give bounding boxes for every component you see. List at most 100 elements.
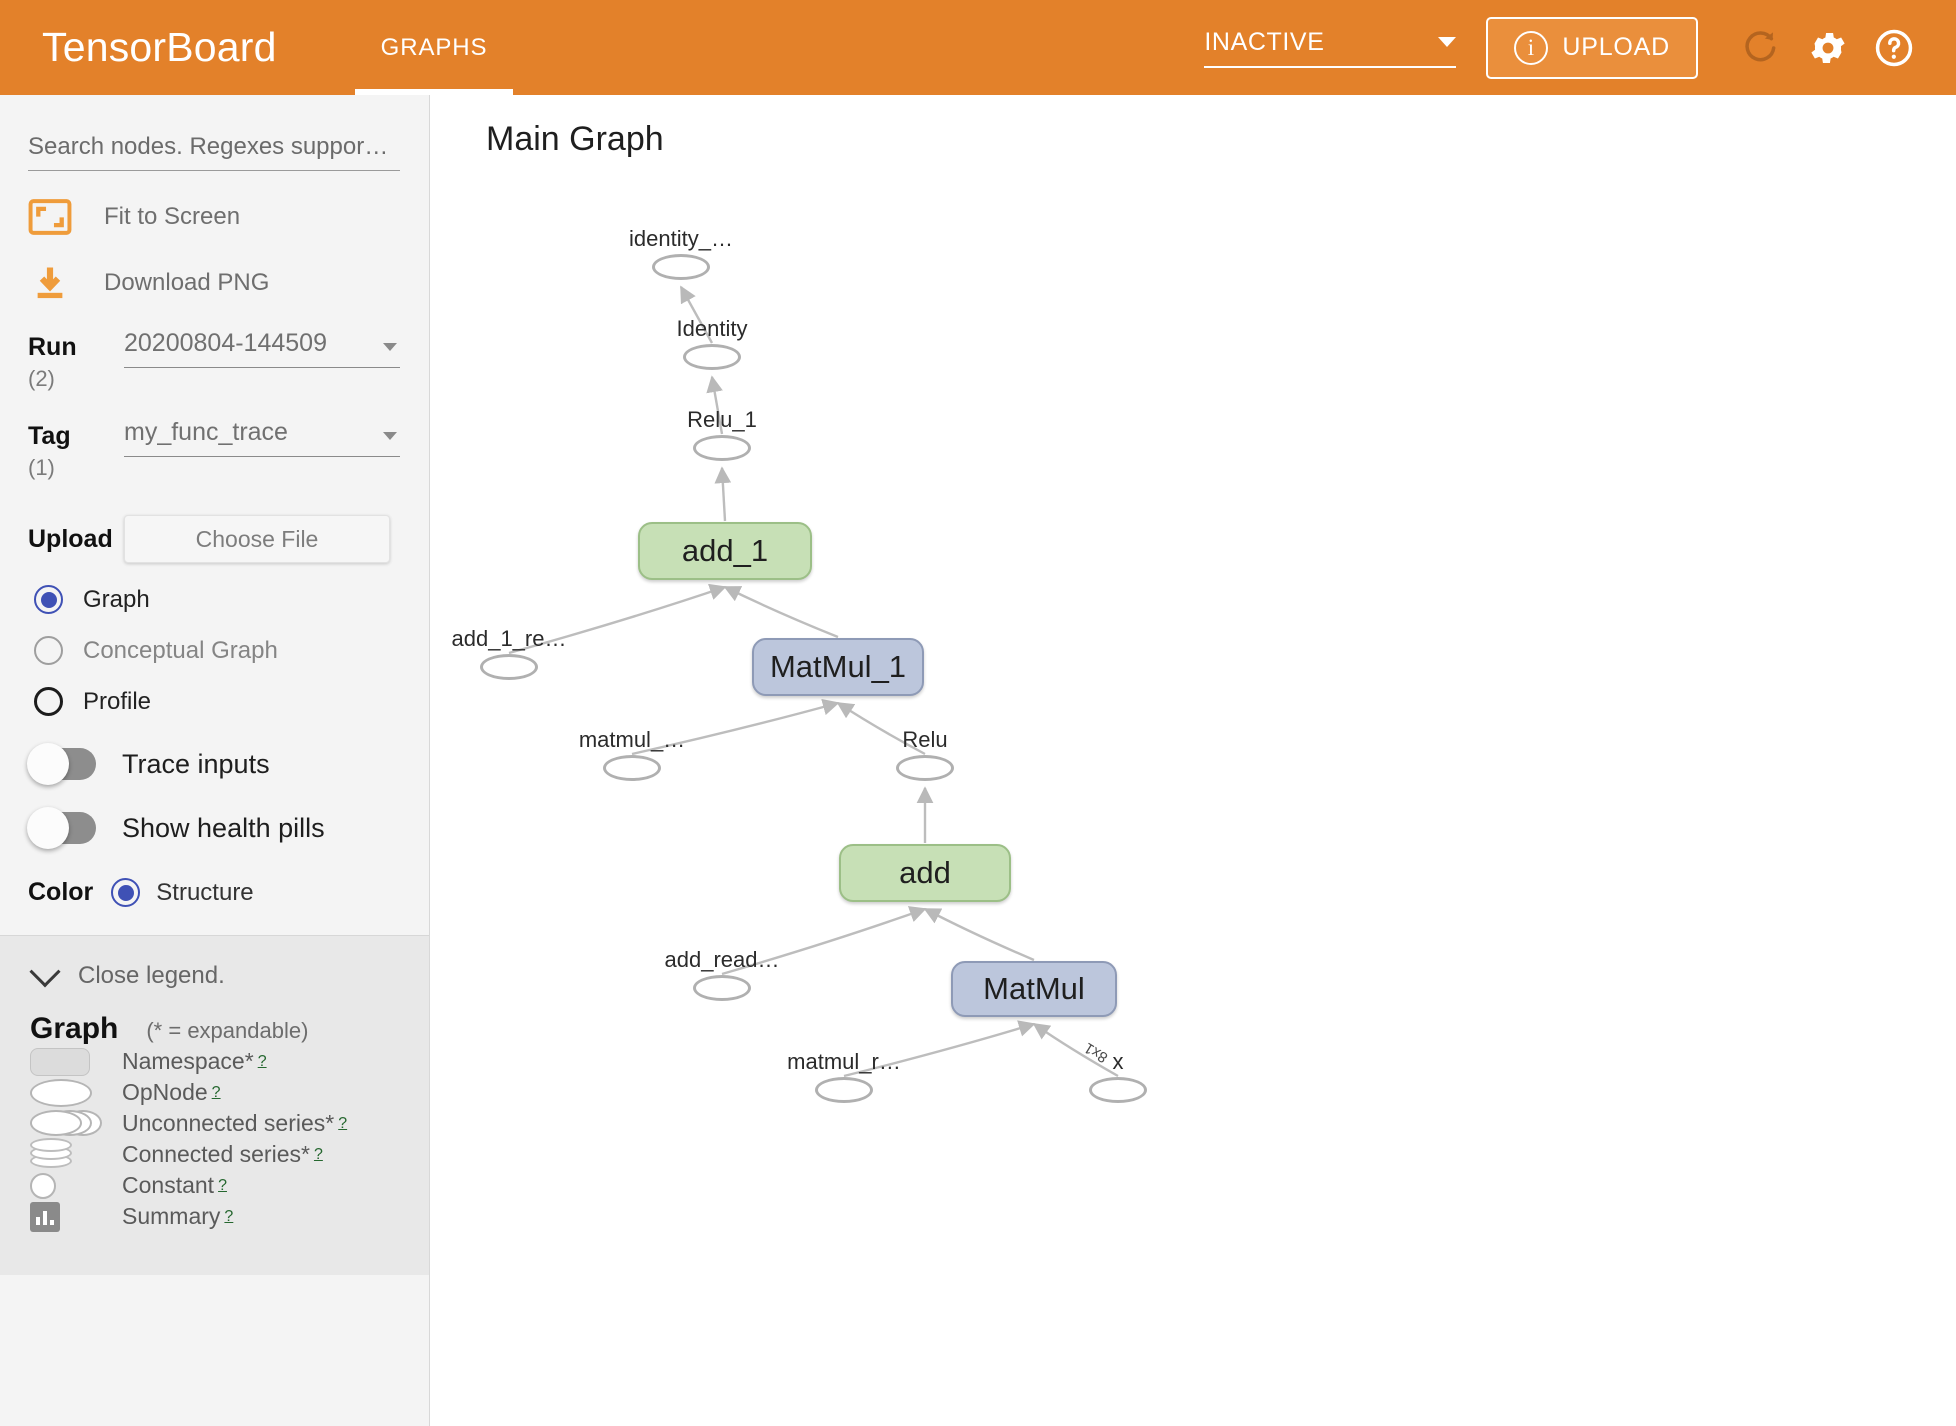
- toggle-show-health-pills[interactable]: Show health pills: [27, 807, 429, 849]
- graph-op-node[interactable]: [603, 755, 661, 781]
- radio-conceptual-graph-indicator: [34, 636, 63, 665]
- graph-node-label: add_read…: [664, 947, 780, 972]
- run-status-dropdown[interactable]: INACTIVE: [1204, 27, 1457, 68]
- graph-box-node[interactable]: add: [839, 844, 1011, 902]
- help-link-opnode[interactable]: ?: [212, 1084, 221, 1102]
- graph-op-node[interactable]: [693, 435, 751, 461]
- run-status-value: INACTIVE: [1204, 27, 1325, 56]
- toggle-show-health-pills-label: Show health pills: [122, 812, 325, 843]
- toggle-show-health-pills-switch[interactable]: [27, 807, 96, 849]
- download-png-label: Download PNG: [104, 269, 270, 296]
- color-label: Color: [28, 878, 94, 906]
- close-legend-label: Close legend.: [78, 962, 225, 989]
- graph-node-label: matmul_r…: [787, 1049, 901, 1074]
- legend-item-namespace: Namespace* ?: [30, 1046, 429, 1077]
- fit-to-screen-button[interactable]: Fit to Screen: [28, 199, 429, 235]
- upload-button[interactable]: i UPLOAD: [1486, 16, 1698, 79]
- run-label-group: Run (2): [28, 329, 124, 392]
- tab-graphs[interactable]: GRAPHS: [354, 0, 514, 95]
- radio-graph-indicator: [34, 585, 63, 614]
- legend-item-summary: Summary ?: [30, 1201, 429, 1232]
- radio-conceptual-graph-label: Conceptual Graph: [83, 636, 278, 664]
- chevron-down-icon: [383, 432, 397, 440]
- graph-node-label: identity_…: [629, 226, 733, 251]
- legend-item-unconnected-series: Unconnected series* ?: [30, 1108, 429, 1139]
- run-selector-row: Run (2) 20200804-144509: [28, 329, 429, 392]
- upload-label: Upload: [28, 524, 113, 553]
- legend-item-connected-series-label: Connected series*: [122, 1141, 310, 1167]
- fit-to-screen-icon: [28, 199, 86, 235]
- toggle-trace-inputs-switch[interactable]: [27, 743, 96, 785]
- radio-structure-label: Structure: [156, 878, 254, 906]
- color-row: Color Structure: [28, 878, 429, 907]
- radio-structure-indicator[interactable]: [111, 878, 141, 907]
- graph-canvas[interactable]: identity_… Identity Relu_1 add_1 add_1_re… Ma…: [431, 95, 1956, 1426]
- legend-title: Graph: [30, 1012, 119, 1045]
- graph-op-node[interactable]: [480, 654, 538, 680]
- chevron-down-icon: [1438, 37, 1457, 47]
- graph-node-label: Identity: [676, 316, 748, 341]
- graph-edges: [508, 285, 1119, 1078]
- graph-op-node[interactable]: [896, 755, 954, 781]
- graph-box-node[interactable]: MatMul: [951, 961, 1117, 1017]
- graph-edge: [714, 466, 732, 522]
- help-link-summary[interactable]: ?: [224, 1208, 233, 1226]
- run-dropdown[interactable]: 20200804-144509: [124, 329, 400, 368]
- tag-count: (1): [28, 455, 55, 480]
- graph-op-node[interactable]: [683, 344, 741, 370]
- toggle-trace-inputs-label: Trace inputs: [122, 748, 270, 779]
- graph-box-node[interactable]: MatMul_1: [752, 638, 924, 696]
- tag-label-group: Tag (1): [28, 418, 124, 481]
- graph-node-label: matmul_…: [578, 727, 686, 752]
- close-legend-button[interactable]: Close legend.: [29, 956, 429, 990]
- graph-node-label: add_1_re…: [451, 626, 567, 651]
- refresh-icon[interactable]: [1734, 20, 1790, 76]
- summary-icon: [30, 1201, 122, 1232]
- unconnected-series-icon: [30, 1109, 122, 1139]
- left-sidebar: Fit to Screen Download PNG Run (2) 20200…: [0, 95, 430, 1426]
- tag-label: Tag: [28, 422, 71, 450]
- toggle-trace-inputs[interactable]: Trace inputs: [27, 743, 429, 785]
- namespace-icon: [30, 1047, 122, 1076]
- run-count: (2): [28, 366, 55, 391]
- graph-node-label: Relu_1: [687, 407, 757, 432]
- graph-edge: [723, 585, 839, 639]
- run-label: Run: [28, 333, 77, 361]
- tag-value: my_func_trace: [124, 418, 288, 446]
- choose-file-button[interactable]: Choose File: [124, 515, 390, 563]
- radio-profile[interactable]: Profile: [34, 687, 429, 716]
- search-input[interactable]: [28, 133, 400, 171]
- graph-op-node[interactable]: [1089, 1077, 1147, 1103]
- radio-conceptual-graph[interactable]: Conceptual Graph: [34, 636, 429, 665]
- tag-dropdown[interactable]: my_func_trace: [124, 418, 400, 457]
- app-header: TensorBoard GRAPHS INACTIVE i UPLOAD: [0, 0, 1956, 95]
- upload-row: Upload Choose File: [28, 515, 429, 563]
- opnode-icon: [30, 1078, 122, 1107]
- help-link-unconnected-series[interactable]: ?: [338, 1115, 347, 1133]
- help-link-connected-series[interactable]: ?: [314, 1146, 323, 1164]
- help-link-namespace[interactable]: ?: [258, 1053, 267, 1071]
- help-link-constant[interactable]: ?: [218, 1177, 227, 1195]
- legend-item-summary-label: Summary: [122, 1203, 221, 1229]
- chevron-down-icon: [383, 343, 397, 351]
- legend-item-namespace-label: Namespace*: [122, 1048, 254, 1074]
- graph-edge: [923, 907, 1035, 962]
- radio-graph[interactable]: Graph: [34, 585, 429, 614]
- search-container: [28, 133, 400, 171]
- radio-profile-indicator: [34, 687, 63, 716]
- gear-icon[interactable]: [1800, 20, 1856, 76]
- download-png-button[interactable]: Download PNG: [28, 263, 429, 303]
- graph-op-node[interactable]: [652, 254, 710, 280]
- legend-note: (* = expandable): [146, 1018, 309, 1043]
- graph-node-label: x: [1112, 1049, 1124, 1074]
- legend-item-opnode-label: OpNode: [122, 1079, 208, 1105]
- graph-op-node[interactable]: [693, 975, 751, 1001]
- graph-viewport[interactable]: Main Graph identity_… Identity Relu_1 add_1…: [431, 95, 1956, 1426]
- graph-op-node[interactable]: [815, 1077, 873, 1103]
- help-icon[interactable]: [1866, 20, 1922, 76]
- fit-to-screen-label: Fit to Screen: [104, 203, 241, 230]
- legend-item-unconnected-series-label: Unconnected series*: [122, 1110, 335, 1136]
- radio-graph-label: Graph: [83, 585, 150, 613]
- graph-box-node[interactable]: add_1: [638, 522, 812, 580]
- download-icon: [28, 263, 86, 303]
